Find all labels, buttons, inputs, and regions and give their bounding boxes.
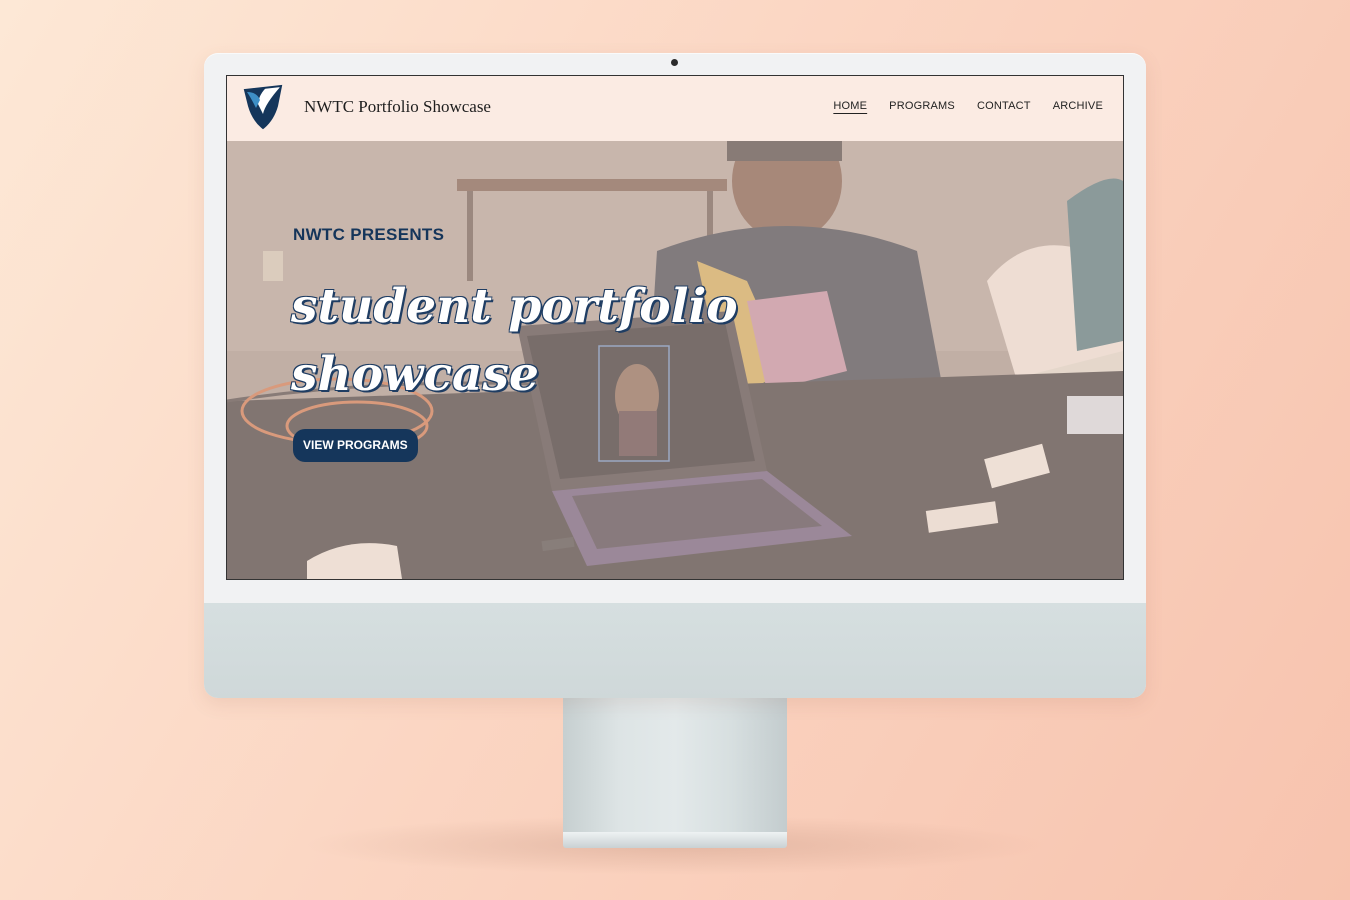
hero-eyebrow: NWTC PRESENTS <box>293 225 445 244</box>
site-header: NWTC Portfolio Showcase HOME PROGRAMS CO… <box>227 76 1123 141</box>
nav-item-contact[interactable]: CONTACT <box>977 100 1031 112</box>
nav-item-home[interactable]: HOME <box>833 100 867 112</box>
monitor-stand-foot <box>563 832 787 848</box>
nav-item-archive[interactable]: ARCHIVE <box>1053 100 1103 112</box>
hero-headline-line-2: showcase <box>291 347 539 402</box>
site-title[interactable]: NWTC Portfolio Showcase <box>304 97 491 117</box>
monitor-chin <box>204 603 1146 698</box>
camera-icon <box>671 59 678 66</box>
shield-logo-icon[interactable] <box>243 84 283 130</box>
view-programs-button[interactable]: VIEW PROGRAMS <box>293 429 418 462</box>
website-screen: NWTC Portfolio Showcase HOME PROGRAMS CO… <box>226 75 1124 580</box>
hero-section: NWTC PRESENTS student portfolio showcase… <box>227 141 1123 579</box>
monitor-stand <box>563 698 787 834</box>
main-nav: HOME PROGRAMS CONTACT ARCHIVE <box>833 100 1103 112</box>
hero-headline: student portfolio showcase <box>291 273 811 409</box>
imac-monitor: NWTC Portfolio Showcase HOME PROGRAMS CO… <box>204 53 1146 698</box>
hero-headline-line-1: student portfolio <box>291 279 738 334</box>
nav-item-programs[interactable]: PROGRAMS <box>889 100 955 112</box>
